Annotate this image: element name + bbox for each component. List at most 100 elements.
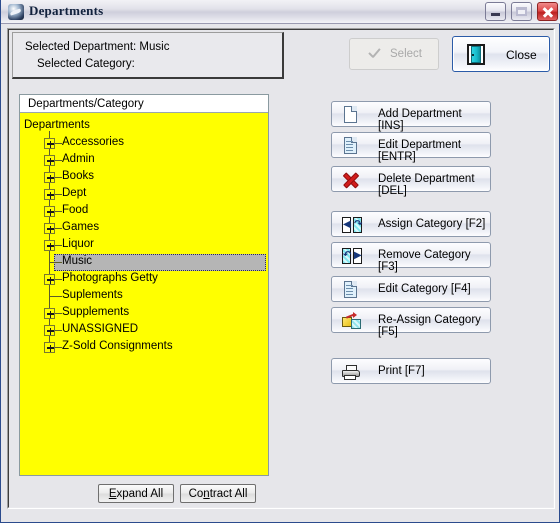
close-button[interactable]: Close	[452, 36, 550, 72]
tree-node[interactable]: Admin	[20, 152, 268, 169]
tree-node[interactable]: Z-Sold Consignments	[20, 339, 268, 356]
contract-all-label: Contract All	[188, 488, 248, 500]
window-title: Departments	[29, 3, 104, 18]
maximize-button[interactable]	[510, 2, 532, 21]
door-exit-icon	[467, 44, 485, 65]
tree-node-label: Departments	[24, 119, 90, 131]
check-icon	[367, 49, 380, 60]
edit-department-button[interactable]: Edit Department [ENTR]	[331, 132, 491, 163]
departments-window: Departments Selected Department: Music S…	[0, 0, 560, 523]
select-button-label: Select	[390, 48, 422, 60]
tree-header-label: Departments/Category	[28, 98, 144, 110]
reassign-category-button[interactable]: Re-Assign Category [F5]	[331, 307, 491, 338]
tree-node-label: Food	[62, 204, 89, 216]
tree-node-label: Admin	[62, 153, 95, 165]
edit-page-icon	[342, 137, 360, 155]
add-department-label: Add Department [INS]	[378, 108, 462, 132]
tree-expand-plus-icon[interactable]	[44, 189, 55, 200]
tree-connector-line	[49, 262, 62, 263]
minimize-button[interactable]	[484, 2, 506, 21]
tree-expand-plus-icon[interactable]	[44, 274, 55, 285]
remove-arrow-icon: ↶ ▶	[342, 247, 362, 265]
tree-expand-plus-icon[interactable]	[44, 206, 55, 217]
tree-node-label: Dept	[62, 187, 87, 199]
tree-node-label: Accessories	[62, 136, 124, 148]
minimize-icon	[486, 3, 505, 20]
tree-connector-line	[55, 160, 62, 161]
remove-category-button[interactable]: ↶ ▶ Remove Category [F3]	[331, 242, 491, 273]
tree-node-label: Games	[62, 221, 100, 233]
edit-department-label: Edit Department [ENTR]	[378, 139, 462, 163]
edit-category-label: Edit Category [F4]	[378, 283, 471, 295]
assign-category-button[interactable]: ◀ ↷ Assign Category [F2]	[331, 211, 491, 237]
tree-node[interactable]: Games	[20, 220, 268, 237]
tree-node-label: Books	[62, 170, 94, 182]
delete-department-button[interactable]: Delete Department [DEL]	[331, 166, 491, 197]
tree-connector-line	[55, 211, 62, 212]
tree-expand-plus-icon[interactable]	[44, 325, 55, 336]
tree-node-label: Liquor	[62, 238, 94, 250]
assign-arrow-icon: ◀ ↷	[342, 216, 362, 234]
printer-icon	[342, 363, 360, 381]
tree-expand-plus-icon[interactable]	[44, 155, 55, 166]
tree-node-selected[interactable]: Music	[54, 254, 266, 271]
select-button[interactable]: Select	[349, 38, 439, 70]
tree-expand-plus-icon[interactable]	[44, 172, 55, 183]
tree-node[interactable]: Food	[20, 203, 268, 220]
tree-expand-plus-icon[interactable]	[44, 308, 55, 319]
close-button-label: Close	[506, 48, 537, 62]
maximize-icon	[512, 3, 531, 20]
tree-node-label: Supplements	[62, 306, 130, 318]
tree-connector-line	[55, 245, 62, 246]
tree-node[interactable]: Departments	[20, 118, 268, 135]
tree-expand-plus-icon[interactable]	[44, 342, 55, 353]
tree-node-label: Suplements	[62, 289, 123, 301]
new-page-icon	[342, 106, 360, 124]
tree-body[interactable]: Departments Accessories Admin Books Dept Food…	[20, 114, 268, 475]
tree-connector-line	[55, 143, 62, 144]
tree-node[interactable]: UNASSIGNED	[20, 322, 268, 339]
contract-all-button[interactable]: Contract All	[180, 484, 256, 503]
reassign-category-label: Re-Assign Category [F5]	[378, 314, 481, 338]
tree-expand-plus-icon[interactable]	[44, 223, 55, 234]
delete-department-label: Delete Department [DEL]	[378, 173, 475, 197]
tree-node[interactable]: Dept	[20, 186, 268, 203]
tree-node-label: Photographs Getty	[62, 272, 158, 284]
tree-connector-line	[55, 330, 62, 331]
tree-node-label: Music	[62, 255, 93, 267]
departments-tree[interactable]: Departments/Category Departments Accessor…	[19, 94, 269, 476]
tree-node[interactable]: Suplements	[20, 288, 268, 305]
tree-header: Departments/Category	[20, 95, 268, 113]
print-label: Print [F7]	[378, 365, 425, 377]
cubes-arrow-icon	[342, 312, 361, 330]
tree-connector-line	[55, 194, 62, 195]
title-bar: Departments	[1, 0, 560, 24]
tree-expand-plus-icon[interactable]	[44, 138, 55, 149]
close-icon	[538, 3, 557, 20]
tree-node[interactable]: Books	[20, 169, 268, 186]
tree-node[interactable]: Accessories	[20, 135, 268, 152]
print-button[interactable]: Print [F7]	[331, 358, 491, 384]
tree-node[interactable]: Photographs Getty	[20, 271, 268, 288]
tree-connector-line	[55, 313, 62, 314]
close-window-button[interactable]	[537, 2, 558, 21]
selected-category-text: Selected Category:	[37, 58, 135, 70]
expand-all-button[interactable]: Expand All	[98, 484, 174, 503]
tree-node[interactable]: Liquor	[20, 237, 268, 254]
tree-node-label: UNASSIGNED	[62, 323, 139, 335]
assign-category-label: Assign Category [F2]	[378, 218, 486, 230]
tree-connector-line	[55, 177, 62, 178]
tree-connector-line	[55, 228, 62, 229]
window-controls	[483, 2, 558, 22]
add-department-button[interactable]: Add Department [INS]	[331, 101, 491, 132]
app-icon	[8, 4, 24, 20]
tree-node[interactable]: Supplements	[20, 305, 268, 322]
selected-department-text: Selected Department: Music	[25, 41, 170, 53]
tree-expand-plus-icon[interactable]	[44, 240, 55, 251]
selection-info-panel: Selected Department: Music Selected Cate…	[12, 32, 284, 79]
edit-category-button[interactable]: Edit Category [F4]	[331, 276, 491, 302]
tree-connector-line	[55, 279, 62, 280]
remove-category-label: Remove Category [F3]	[378, 249, 471, 273]
tree-connector-line	[55, 347, 62, 348]
expand-all-label: Expand All	[108, 488, 164, 500]
